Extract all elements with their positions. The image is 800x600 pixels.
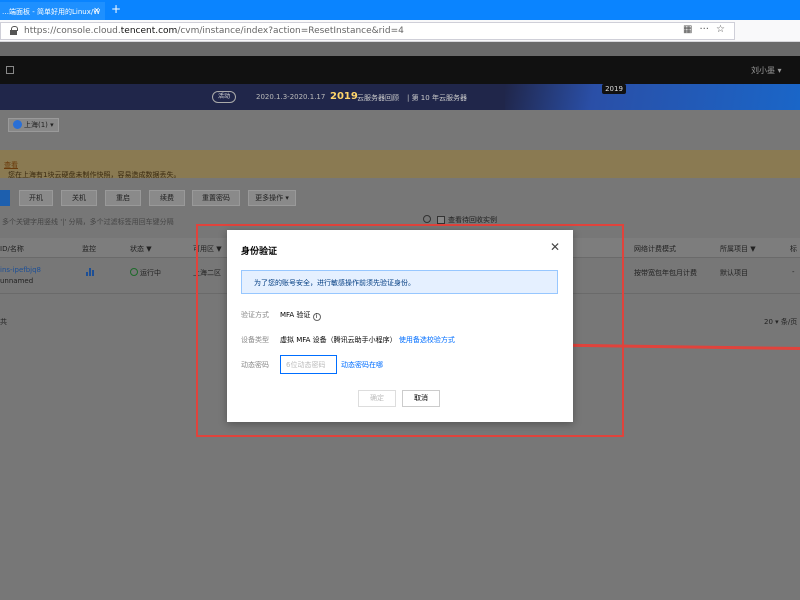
url-text[interactable]: https://console.cloud.tencent.com/cvm/in… [24,26,404,36]
user-menu[interactable]: 刘小墨 ▾ [751,65,782,76]
instance-project: 默认项目 [720,269,748,277]
device-value: 虚拟 MFA 设备（腾讯云助手小程序） [280,336,397,344]
promo-banner[interactable]: 活动 2020.1.3-2020.1.17 2019 云服务器回顾 | 第 10… [0,84,800,110]
notice-link[interactable]: 查看 [4,161,18,169]
banner-text-2: | 第 10 年云服务器 [407,94,467,102]
info-icon[interactable]: i [312,313,321,321]
toolbar-strip [0,42,800,56]
code-label: 动态密码 [241,361,269,369]
total-count: 共 [0,318,7,326]
instance-name: unnamed [0,277,34,285]
where-is-code-link[interactable]: 动态密码在哪 [341,360,383,370]
instance-id[interactable]: ins-ipefbjq8 [0,266,41,274]
notice-bar: 您在上海有1块云硬盘未制作快照，容易造成数据丢失。 查看 [0,150,800,179]
restart-button[interactable]: 重启 [105,190,141,206]
browser-tab-title: …端面板 - 简单好用的Linux/W [2,8,101,16]
renew-button[interactable]: 续费 [149,190,185,206]
new-tab-button[interactable]: + [111,2,121,16]
instance-status: 运行中 [130,268,161,278]
otp-input[interactable] [280,355,337,374]
star-icon[interactable]: ☆ [716,24,725,35]
show-isolated-checkbox[interactable] [437,216,445,224]
banner-year: 2019 [330,91,358,102]
info-text: 为了您的账号安全，进行敏感操作前须先验证身份。 [254,279,415,287]
notice-text: 您在上海有1块云硬盘未制作快照，容易造成数据丢失。 [8,171,181,179]
column-header: 网络计费模式 [634,245,676,253]
banner-text-1: 云服务器回顾 [357,94,399,102]
console-header: 刘小墨 ▾ [0,56,800,84]
lock-icon [10,26,18,35]
cancel-button[interactable]: 取消 [402,390,440,407]
column-header: 标 [790,245,797,253]
method-value: MFA 验证 [280,311,311,319]
close-icon[interactable]: ✕ [550,240,560,254]
region-selector[interactable]: 上海(1) ▾ [8,118,59,132]
page-size-select[interactable]: 20 ▾ 条/页 [764,317,797,327]
create-button[interactable] [0,190,10,206]
reset-password-button[interactable]: 重置密码 [192,190,240,206]
instance-tag: - [792,268,795,276]
instance-billing: 按带宽包年包月计费 [634,269,697,277]
confirm-button[interactable]: 确定 [358,390,396,407]
method-label: 验证方式 [241,311,269,319]
identity-verification-dialog: 身份验证 ✕ 为了您的账号安全，进行敏感操作前须先验证身份。 验证方式 MFA … [227,230,573,422]
banner-badge: 2019 [602,84,626,94]
start-button[interactable]: 开机 [19,190,53,206]
search-icon[interactable] [423,215,431,223]
monitor-icon[interactable] [86,268,95,276]
device-label: 设备类型 [241,336,269,344]
browser-tab[interactable]: …端面板 - 简单好用的Linux/W ✕ [0,2,105,20]
globe-icon [13,120,22,129]
banner-dates: 2020.1.3-2020.1.17 [256,93,326,101]
info-banner: 为了您的账号安全，进行敏感操作前须先验证身份。 [241,270,558,294]
column-header: 监控 [82,245,96,253]
grid-menu-icon[interactable] [6,66,14,74]
column-header[interactable]: 状态 ▼ [130,244,152,254]
running-icon [130,268,138,276]
shutdown-button[interactable]: 关机 [61,190,97,206]
alternate-method-link[interactable]: 使用备选校验方式 [399,336,455,344]
column-header[interactable]: 所属项目 ▼ [720,244,756,254]
address-bar[interactable]: https://console.cloud.tencent.com/cvm/in… [0,22,735,40]
browser-tab-bar: …端面板 - 简单好用的Linux/W ✕ + [0,0,800,20]
banner-graphic [505,84,800,110]
column-header: ID/名称 [0,245,24,253]
qr-code-icon[interactable]: ▦ [683,24,692,35]
more-actions-button[interactable]: 更多操作 ▾ [248,190,296,206]
more-icon[interactable]: ··· [699,24,709,35]
tab-close-icon[interactable]: ✕ [93,6,100,15]
banner-pill: 活动 [212,91,236,103]
dialog-title: 身份验证 [241,247,278,257]
browser-navigation-bar: https://console.cloud.tencent.com/cvm/in… [0,20,800,42]
